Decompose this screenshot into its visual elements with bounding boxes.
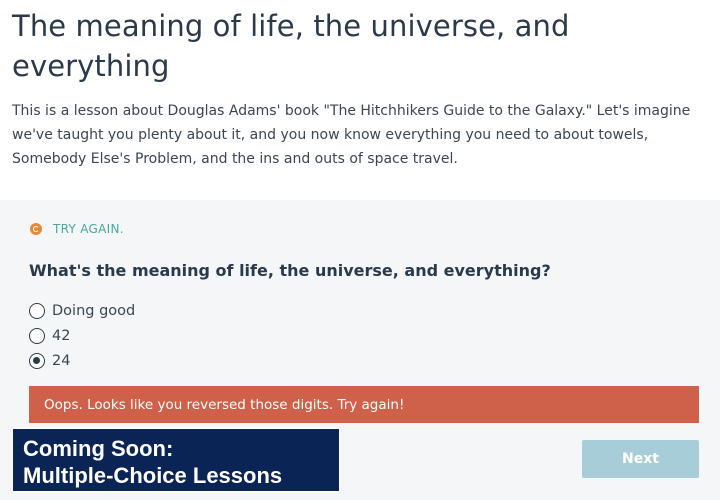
option-24[interactable]: 24: [29, 348, 135, 373]
quiz-status: TRY AGAIN.: [30, 222, 124, 236]
option-label: 42: [52, 327, 71, 344]
option-label: 24: [52, 352, 71, 369]
promo-line-1: Coming Soon:: [23, 436, 174, 461]
radio-button-selected[interactable]: [29, 352, 45, 369]
option-label: Doing good: [52, 302, 136, 319]
status-label: TRY AGAIN.: [53, 222, 124, 236]
next-button[interactable]: Next: [582, 440, 699, 478]
lesson-title: The meaning of life, the universe, and e…: [12, 9, 570, 83]
quiz-panel: TRY AGAIN. What's the meaning of life, t…: [0, 200, 720, 500]
option-doing-good[interactable]: Doing good: [29, 298, 135, 323]
radio-button[interactable]: [29, 327, 45, 344]
radio-button[interactable]: [29, 302, 45, 319]
lesson-intro: This is a lesson about Douglas Adams' bo…: [12, 103, 691, 167]
answer-options: Doing good 42 24: [29, 298, 135, 373]
feedback-banner: Oops. Looks like you reversed those digi…: [29, 386, 699, 423]
retry-icon: [30, 223, 42, 235]
option-42[interactable]: 42: [29, 323, 135, 348]
lesson-header: The meaning of life, the universe, and e…: [0, 0, 720, 200]
lesson-page: The meaning of life, the universe, and e…: [0, 0, 720, 500]
promo-line-2: Multiple-Choice Lessons: [23, 463, 283, 488]
question-text: What's the meaning of life, the universe…: [29, 261, 551, 280]
promo-overlay: Coming Soon: Multiple-Choice Lessons: [12, 428, 340, 492]
